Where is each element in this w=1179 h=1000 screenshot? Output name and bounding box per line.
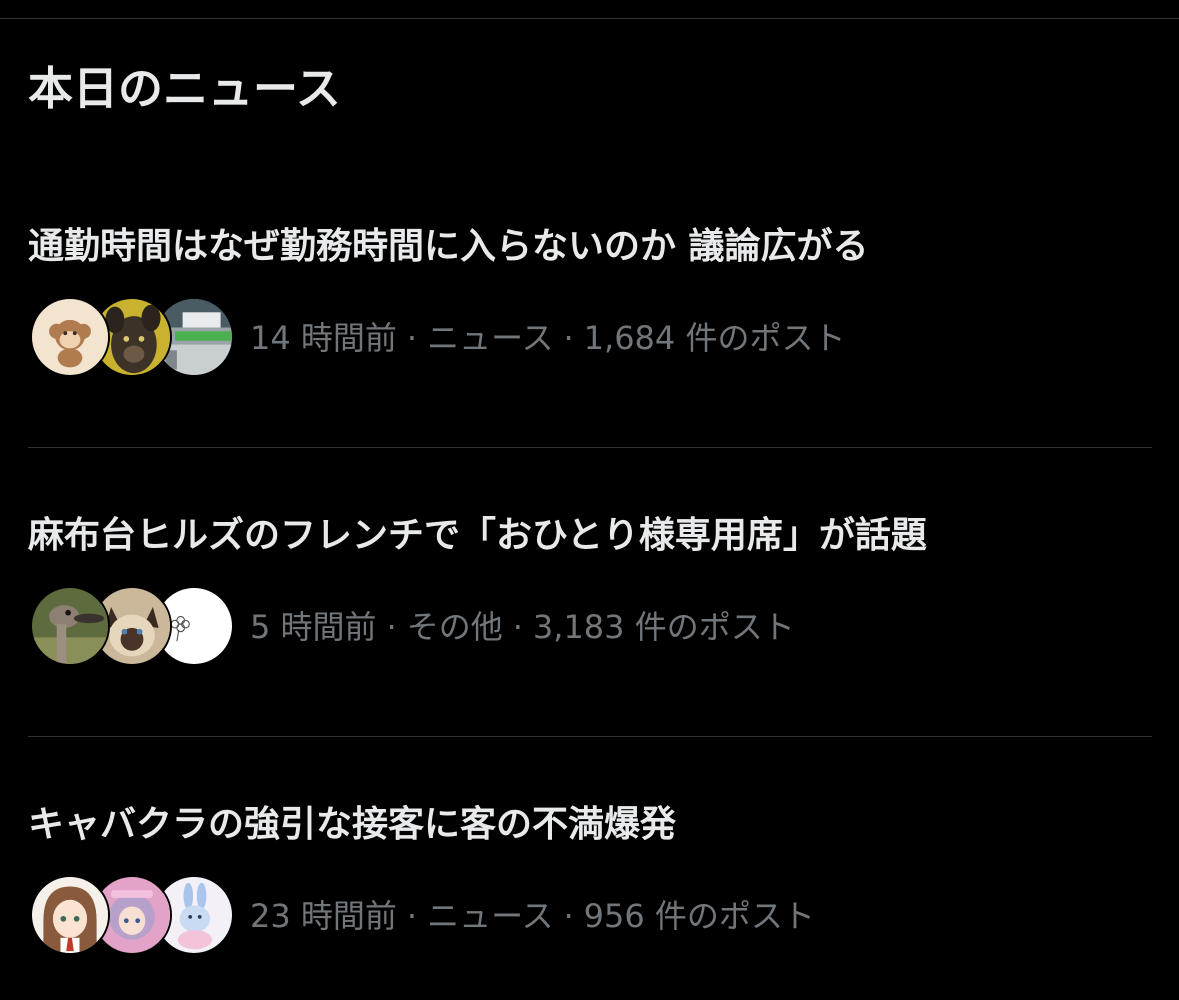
item-divider <box>28 447 1152 448</box>
news-headline: 麻布台ヒルズのフレンチで「おひとり様専用席」が話題 <box>28 515 927 556</box>
section-title: 本日のニュース <box>28 62 341 115</box>
news-post-count: 956 件のポスト <box>583 897 815 935</box>
news-headline: 通勤時間はなぜ勤務時間に入らないのか 議論広がる <box>28 226 869 267</box>
meta-separator: · <box>563 319 574 357</box>
item-divider <box>28 736 1152 737</box>
news-meta: 14 時間前 · ニュース · 1,684 件のポスト <box>30 296 845 380</box>
news-meta: 5 時間前 · その他 · 3,183 件のポスト <box>30 585 795 669</box>
news-post-count: 1,684 件のポスト <box>583 319 846 357</box>
news-meta: 23 時間前 · ニュース · 956 件のポスト <box>30 874 815 958</box>
meta-separator: · <box>406 897 418 935</box>
news-time: 23 時間前 <box>250 897 397 935</box>
news-meta-text: 5 時間前 · その他 · 3,183 件のポスト <box>250 607 795 647</box>
avatar-stack <box>30 585 234 669</box>
news-category: ニュース <box>427 319 554 357</box>
meta-separator: · <box>386 608 397 646</box>
meta-separator: · <box>563 897 574 935</box>
news-category: ニュース <box>427 897 554 935</box>
news-meta-text: 14 時間前 · ニュース · 1,684 件のポスト <box>250 318 845 358</box>
news-item-azabudai[interactable]: 麻布台ヒルズのフレンチで「おひとり様専用席」が話題 5 時間前 · その他 · … <box>0 511 1179 711</box>
news-post-count: 3,183 件のポスト <box>532 608 795 646</box>
meta-separator: · <box>406 319 418 357</box>
ostrich-avatar <box>30 586 110 666</box>
avatar-stack <box>30 296 234 380</box>
top-divider <box>0 18 1179 19</box>
news-meta-text: 23 時間前 · ニュース · 956 件のポスト <box>250 896 815 936</box>
news-item-commute[interactable]: 通勤時間はなぜ勤務時間に入らないのか 議論広がる 14 時間前 · ニュース ·… <box>0 222 1179 422</box>
news-category: その他 <box>406 608 503 646</box>
news-item-cabaret[interactable]: キャバクラの強引な接客に客の不満爆発 23 時間前 · ニュース · 956 件… <box>0 800 1179 1000</box>
news-time: 5 時間前 <box>250 608 377 646</box>
anime-girl-avatar <box>30 875 110 955</box>
avatar-stack <box>30 874 234 958</box>
news-time: 14 時間前 <box>250 319 397 357</box>
news-headline: キャバクラの強引な接客に客の不満爆発 <box>28 804 677 845</box>
monkey-avatar <box>30 297 110 377</box>
meta-separator: · <box>512 608 523 646</box>
